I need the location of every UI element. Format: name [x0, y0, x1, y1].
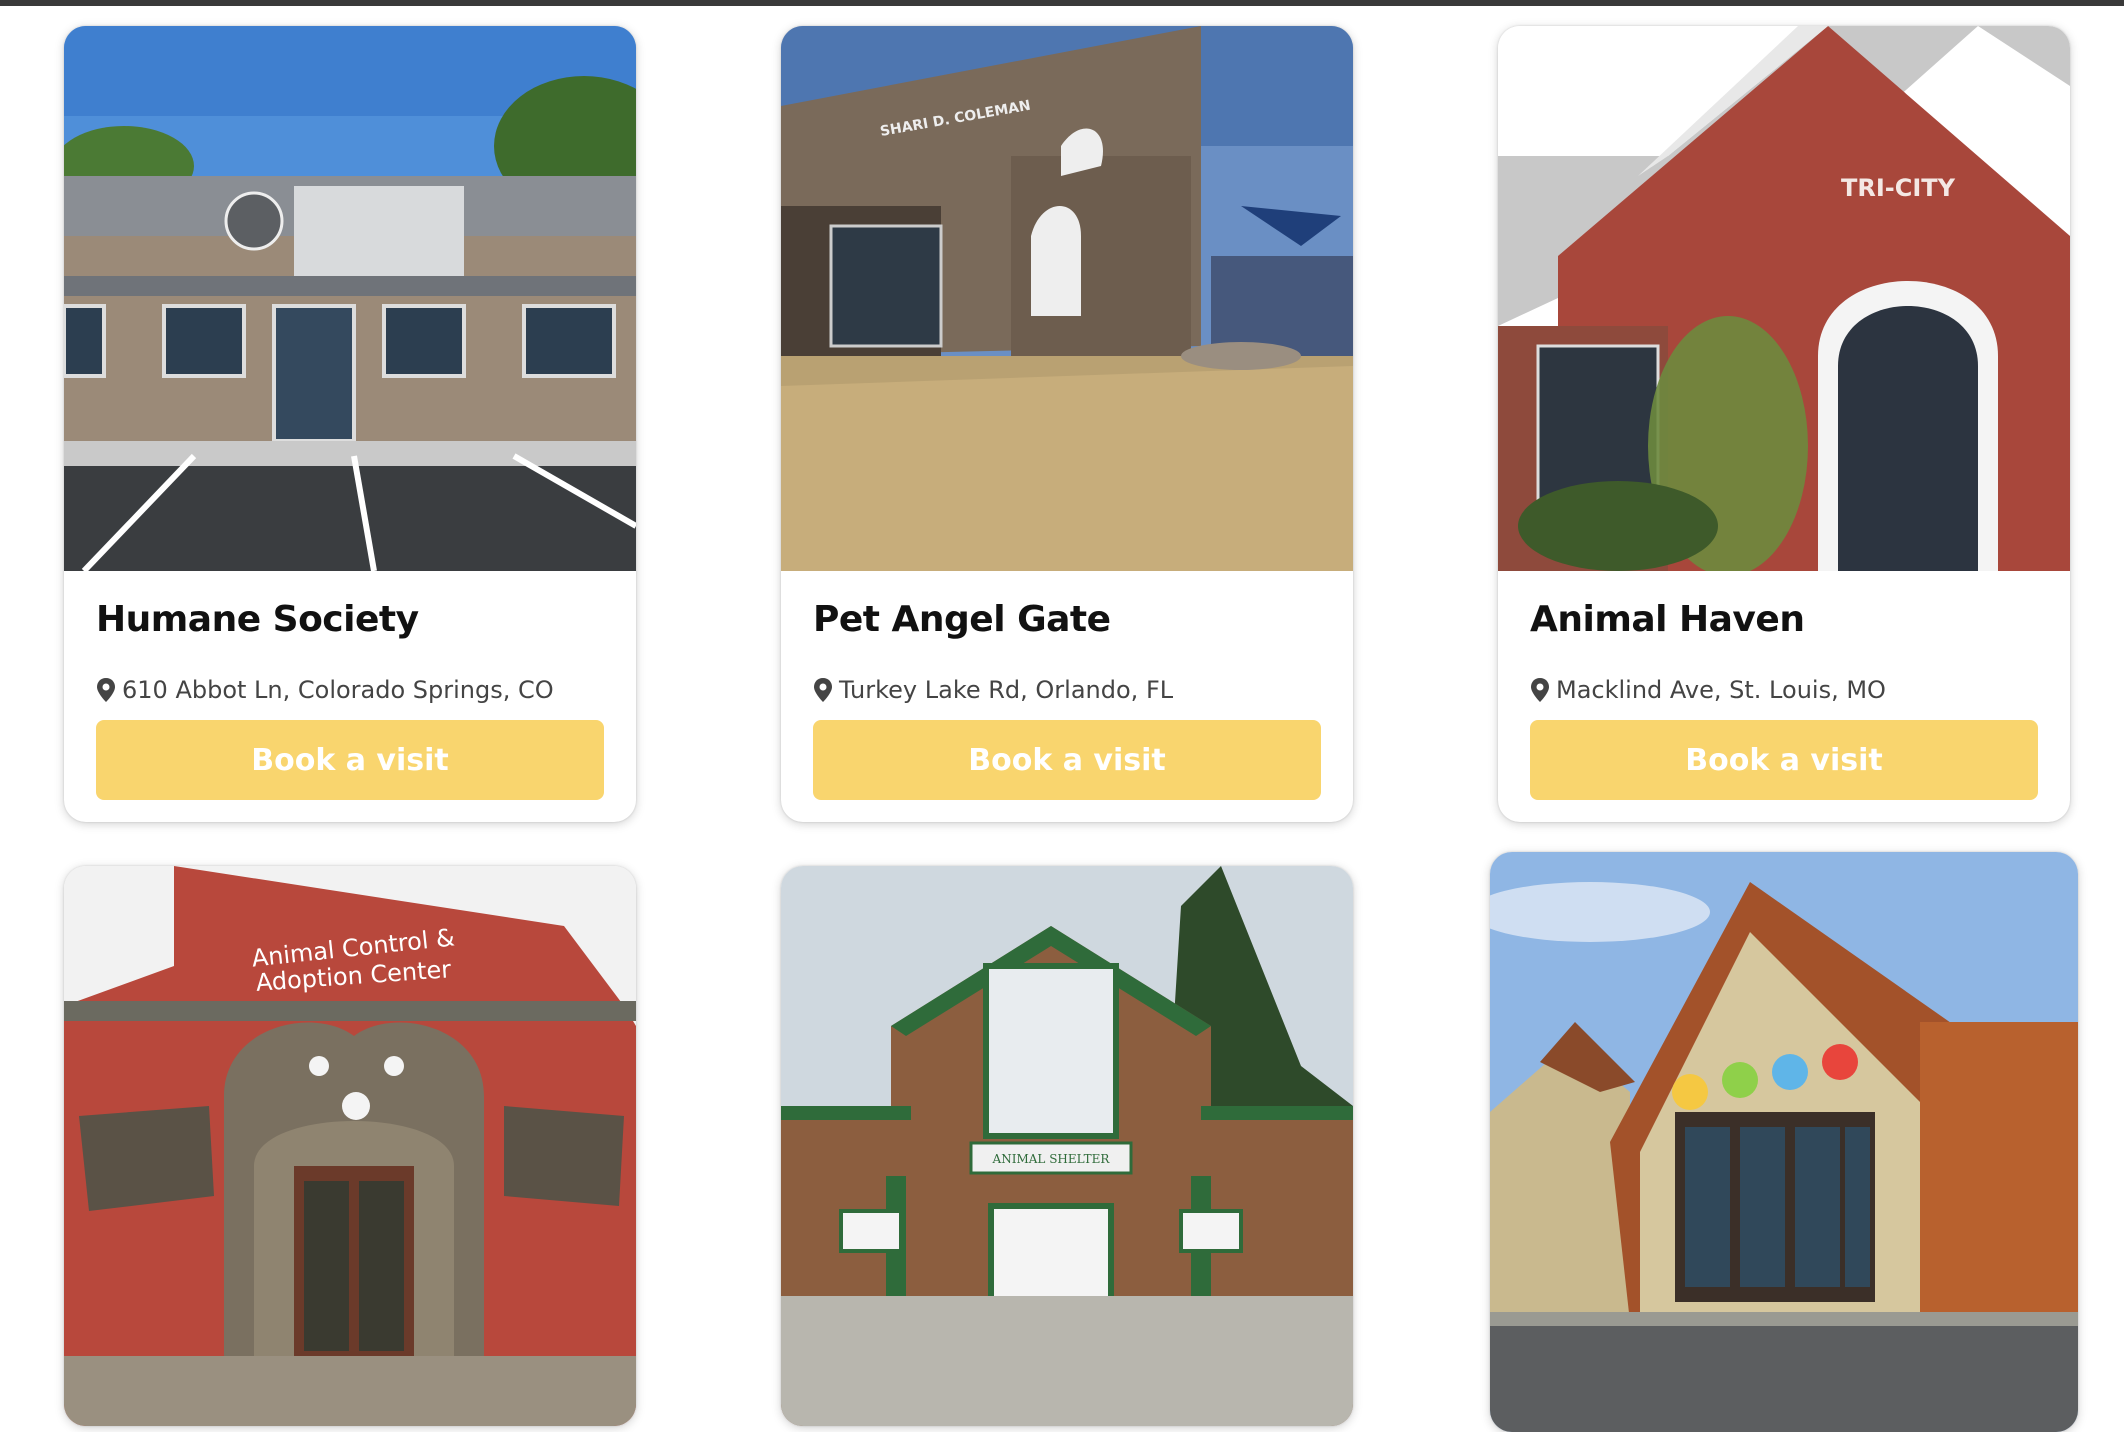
shelter-photo[interactable] — [64, 26, 636, 571]
map-pin-icon — [1531, 678, 1549, 702]
shelter-card: ANIMAL SHELTER — [781, 866, 1353, 1426]
map-pin-icon — [97, 678, 115, 702]
shelter-card: Animal Control & Adoption Center — [64, 866, 636, 1426]
address-text: 610 Abbot Ln, Colorado Springs, CO — [122, 676, 554, 704]
shelter-name: Humane Society — [96, 599, 419, 640]
shelter-address: Turkey Lake Rd, Orlando, FL — [813, 676, 1173, 704]
svg-text:TRI-CITY: TRI-CITY — [1841, 174, 1956, 202]
shelter-address: Macklind Ave, St. Louis, MO — [1530, 676, 1886, 704]
map-pin-icon — [814, 678, 832, 702]
shelter-photo[interactable]: SHARI D. COLEMAN — [781, 26, 1353, 571]
shelter-photo[interactable]: TRI-CITY — [1498, 26, 2070, 571]
shelter-card: SHARI D. COLEMAN Pet Angel Gate Turkey L… — [781, 26, 1353, 822]
svg-text:ANIMAL SHELTER: ANIMAL SHELTER — [992, 1152, 1111, 1166]
book-visit-button[interactable]: Book a visit — [96, 720, 604, 800]
shelter-card: TRI-CITY Animal Haven Macklind Ave, St. … — [1498, 26, 2070, 822]
shelter-name: Animal Haven — [1530, 599, 1805, 640]
shelter-card: Humane Society 610 Abbot Ln, Colorado Sp… — [64, 26, 636, 822]
shelter-photo[interactable]: Animal Control & Adoption Center — [64, 866, 636, 1426]
shelter-address: 610 Abbot Ln, Colorado Springs, CO — [96, 676, 554, 704]
book-visit-button[interactable]: Book a visit — [1530, 720, 2038, 800]
shelter-name: Pet Angel Gate — [813, 599, 1111, 640]
shelter-card — [1490, 852, 2078, 1432]
address-text: Macklind Ave, St. Louis, MO — [1556, 676, 1886, 704]
address-text: Turkey Lake Rd, Orlando, FL — [839, 676, 1174, 704]
shelter-photo[interactable]: ANIMAL SHELTER — [781, 866, 1353, 1426]
shelter-grid: Humane Society 610 Abbot Ln, Colorado Sp… — [0, 0, 2124, 1432]
shelter-photo[interactable] — [1490, 852, 2078, 1432]
book-visit-button[interactable]: Book a visit — [813, 720, 1321, 800]
